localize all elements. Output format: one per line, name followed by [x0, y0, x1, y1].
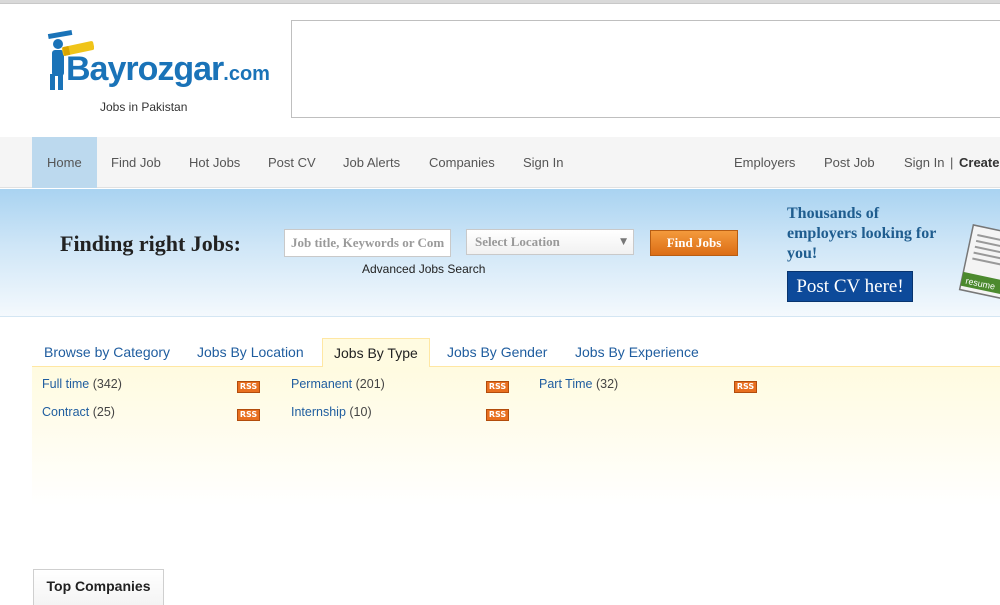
- rss-feed-icon[interactable]: RSS: [237, 381, 260, 393]
- nav-sign-in[interactable]: Sign In: [523, 137, 563, 188]
- job-type-count: (10): [349, 405, 372, 419]
- rss-feed-icon[interactable]: RSS: [486, 381, 509, 393]
- nav-find-job[interactable]: Find Job: [111, 137, 161, 188]
- nav-hot-jobs[interactable]: Hot Jobs: [189, 137, 240, 188]
- list-item: Full time (342): [42, 377, 122, 391]
- list-item: Permanent (201): [291, 377, 385, 391]
- job-type-link-full-time[interactable]: Full time: [42, 377, 89, 391]
- site-header: Bayrozgar.com Jobs in Pakistan: [0, 4, 1000, 137]
- job-type-count: (342): [92, 377, 122, 391]
- find-jobs-button[interactable]: Find Jobs: [650, 230, 738, 256]
- keyword-search-input[interactable]: [284, 229, 451, 257]
- search-title: Finding right Jobs:: [60, 231, 241, 256]
- job-type-link-internship[interactable]: Internship: [291, 405, 346, 419]
- nav-separator: |: [950, 155, 954, 170]
- tab-browse-by-category[interactable]: Browse by Category: [44, 338, 170, 366]
- nav-create[interactable]: Create: [959, 137, 999, 188]
- job-type-count: (32): [595, 377, 619, 391]
- resume-document-icon: resume: [958, 224, 1000, 300]
- rss-feed-icon[interactable]: RSS: [237, 409, 260, 421]
- job-type-count: (201): [355, 377, 385, 391]
- job-browse-tabs: Browse by Category Jobs By Location Jobs…: [32, 338, 1000, 367]
- advanced-search-link[interactable]: Advanced Jobs Search: [362, 262, 485, 276]
- nav-home[interactable]: Home: [32, 137, 97, 188]
- ad-banner: [291, 20, 1000, 118]
- list-item: Part Time (32): [539, 377, 618, 391]
- main-nav: Home Find Job Hot Jobs Post CV Job Alert…: [0, 137, 1000, 188]
- list-item: Contract (25): [42, 405, 115, 419]
- chevron-down-icon: ▼: [620, 237, 627, 247]
- job-type-count: (25): [92, 405, 115, 419]
- search-band: Finding right Jobs: Select Location ▼ Fi…: [0, 189, 1000, 317]
- nav-job-alerts[interactable]: Job Alerts: [343, 137, 400, 188]
- tab-jobs-by-type[interactable]: Jobs By Type: [322, 338, 430, 367]
- location-select[interactable]: Select Location ▼: [466, 229, 634, 255]
- nav-post-job[interactable]: Post Job: [824, 137, 875, 188]
- nav-companies[interactable]: Companies: [429, 137, 495, 188]
- job-type-link-contract[interactable]: Contract: [42, 405, 89, 419]
- jobs-by-type-panel: Full time (342) RSS Permanent (201) RSS …: [32, 366, 1000, 506]
- tab-jobs-by-gender[interactable]: Jobs By Gender: [447, 338, 547, 366]
- location-select-value: Select Location: [475, 234, 560, 249]
- rss-feed-icon[interactable]: RSS: [486, 409, 509, 421]
- site-logo[interactable]: Bayrozgar.com Jobs in Pakistan: [38, 20, 270, 120]
- nav-employers[interactable]: Employers: [734, 137, 795, 188]
- job-type-link-permanent[interactable]: Permanent: [291, 377, 352, 391]
- tab-jobs-by-experience[interactable]: Jobs By Experience: [575, 338, 699, 366]
- rss-feed-icon[interactable]: RSS: [734, 381, 757, 393]
- logo-wordmark: Bayrozgar.com: [66, 50, 270, 88]
- post-cv-button[interactable]: Post CV here!: [787, 271, 913, 302]
- nav-post-cv[interactable]: Post CV: [268, 137, 316, 188]
- tab-jobs-by-location[interactable]: Jobs By Location: [197, 338, 304, 366]
- promo-text: Thousands of employers looking for you!: [787, 205, 937, 262]
- logo-tagline: Jobs in Pakistan: [100, 100, 188, 114]
- list-item: Internship (10): [291, 405, 372, 419]
- nav-employer-sign-in[interactable]: Sign In: [904, 137, 944, 188]
- job-type-link-part-time[interactable]: Part Time: [539, 377, 593, 391]
